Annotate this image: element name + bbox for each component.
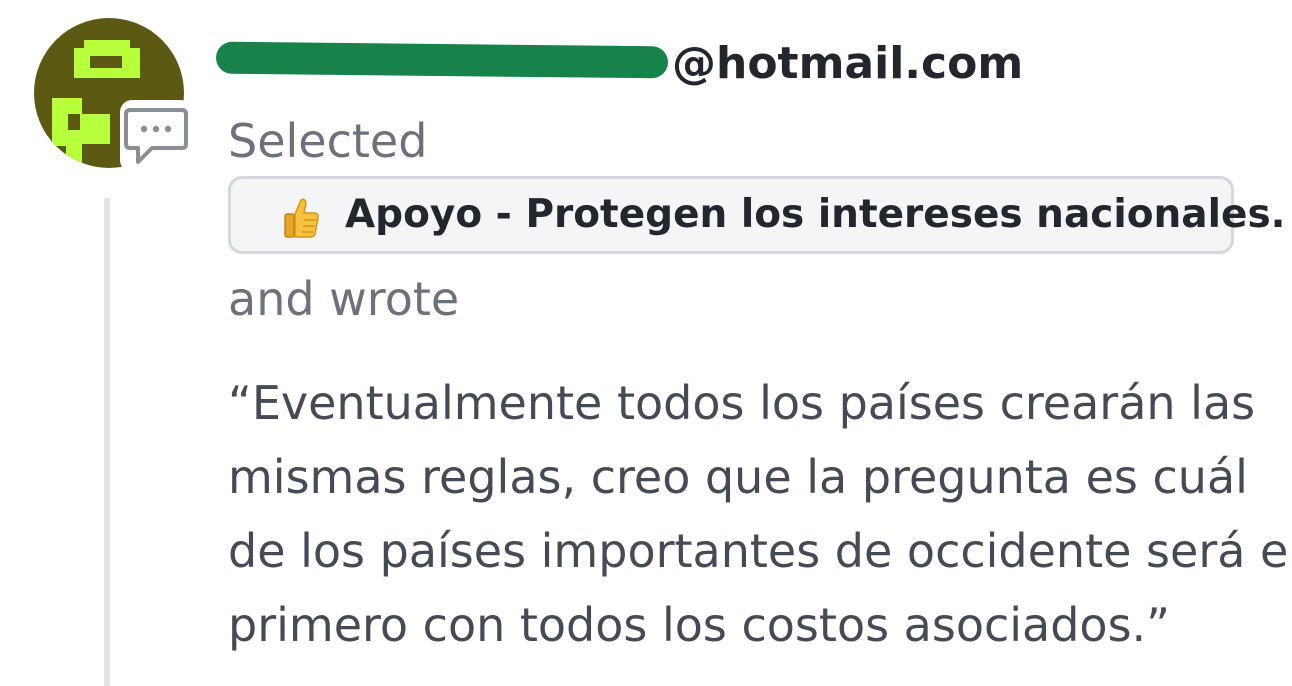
comment-card: @hotmail.com Selected Apoyo - Protegen l… (0, 0, 1292, 686)
selected-label: Selected (228, 114, 428, 168)
quote-line: de los países importantes de occidente s… (228, 524, 1292, 578)
quote-line: mismas reglas, creo que la pregunta es c… (228, 450, 1248, 504)
redaction-bar (215, 41, 669, 79)
comment-quote: “Eventualmente todos los países crearán … (228, 366, 1292, 662)
wrote-label: and wrote (228, 272, 460, 326)
comment-bubble-icon (124, 108, 188, 164)
selected-choice: Apoyo - Protegen los intereses nacionale… (228, 176, 1285, 254)
email-domain: @hotmail.com (672, 38, 1024, 89)
author-email[interactable]: @hotmail.com (215, 30, 1048, 90)
choice-label: Apoyo - Protegen los intereses nacionale… (345, 192, 1286, 237)
thumbs-up-icon (281, 196, 321, 240)
comment-badge (120, 100, 192, 172)
avatar-container (34, 18, 192, 172)
quote-line: “Eventualmente todos los países crearán … (228, 376, 1256, 430)
thread-line (104, 198, 110, 686)
quote-line: primero con todos los costos asociados.” (228, 598, 1170, 652)
